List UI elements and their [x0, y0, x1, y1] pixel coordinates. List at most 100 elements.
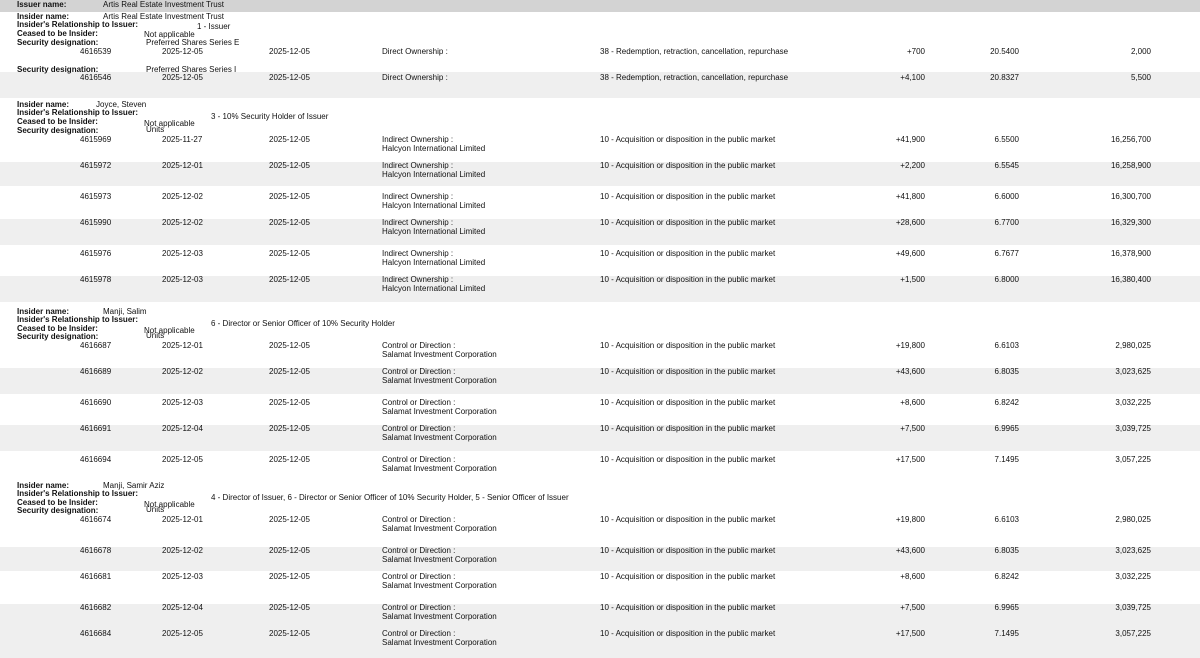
closing-balance: 2,000: [1130, 47, 1151, 56]
transaction-nature: 10 - Acquisition or disposition in the p…: [600, 249, 776, 258]
filing-date: 2025-12-05: [269, 572, 310, 581]
transaction-id: 4615973: [80, 192, 112, 201]
relationship-value: 6 - Director or Senior Officer of 10% Se…: [211, 319, 395, 328]
filing-date: 2025-12-05: [269, 73, 310, 82]
ownership-type: Control or Direction :: [382, 455, 456, 464]
ownership-type: Control or Direction :: [382, 424, 456, 433]
transaction-id: 4616684: [80, 629, 112, 638]
security-designation-value: Units: [146, 331, 165, 340]
transaction-nature: 10 - Acquisition or disposition in the p…: [600, 135, 776, 144]
security-designation-label: Security designation:: [17, 126, 99, 135]
transaction-nature: 38 - Redemption, retraction, cancellatio…: [600, 73, 789, 82]
transaction-nature: 10 - Acquisition or disposition in the p…: [600, 455, 776, 464]
transaction-nature: 10 - Acquisition or disposition in the p…: [600, 515, 776, 524]
transaction-nature: 10 - Acquisition or disposition in the p…: [600, 367, 776, 376]
registered-holder: Salamat Investment Corporation: [382, 524, 497, 533]
filing-date: 2025-12-05: [269, 341, 310, 350]
relationship-value: 3 - 10% Security Holder of Issuer: [211, 112, 329, 121]
registered-holder: Salamat Investment Corporation: [382, 407, 497, 416]
registered-holder: Salamat Investment Corporation: [382, 350, 497, 359]
transaction-date: 2025-12-01: [162, 161, 203, 170]
ownership-type: Indirect Ownership :: [382, 249, 454, 258]
transaction-id: 4616681: [80, 572, 112, 581]
closing-balance: 3,023,625: [1115, 546, 1151, 555]
security-designation-value: Preferred Shares Series E: [146, 38, 240, 47]
transaction-date: 2025-12-01: [162, 341, 203, 350]
ownership-type: Indirect Ownership :: [382, 135, 454, 144]
ownership-type: Indirect Ownership :: [382, 192, 454, 201]
closing-balance: 2,980,025: [1115, 341, 1151, 350]
filing-date: 2025-12-05: [269, 192, 310, 201]
ownership-type: Control or Direction :: [382, 572, 456, 581]
filing-date: 2025-12-05: [269, 275, 310, 284]
ownership-type: Indirect Ownership :: [382, 275, 454, 284]
transaction-date: 2025-12-05: [162, 47, 203, 56]
ownership-type: Direct Ownership :: [382, 47, 448, 56]
filing-date: 2025-12-05: [269, 135, 310, 144]
transaction-id: 4615978: [80, 275, 112, 284]
registered-holder: Salamat Investment Corporation: [382, 433, 497, 442]
filing-date: 2025-12-05: [269, 398, 310, 407]
registered-holder: Halcyon International Limited: [382, 258, 486, 267]
transaction-date: 2025-11-27: [162, 135, 203, 144]
transaction-id: 4616682: [80, 603, 112, 612]
transaction-nature: 10 - Acquisition or disposition in the p…: [600, 424, 776, 433]
relationship-label: Insider's Relationship to Issuer:: [17, 315, 139, 324]
relationship-label: Insider's Relationship to Issuer:: [17, 20, 139, 29]
transaction-date: 2025-12-02: [162, 192, 203, 201]
registered-holder: Salamat Investment Corporation: [382, 376, 497, 385]
transaction-nature: 10 - Acquisition or disposition in the p…: [600, 546, 776, 555]
closing-balance: 3,039,725: [1115, 603, 1151, 612]
transaction-nature: 38 - Redemption, retraction, cancellatio…: [600, 47, 789, 56]
transaction-id: 4615972: [80, 161, 112, 170]
ownership-type: Indirect Ownership :: [382, 218, 454, 227]
relationship-value: 4 - Director of Issuer, 6 - Director or …: [211, 493, 569, 502]
registered-holder: Salamat Investment Corporation: [382, 581, 497, 590]
transaction-id: 4616691: [80, 424, 112, 433]
transaction-id: 4616694: [80, 455, 112, 464]
transaction-nature: 10 - Acquisition or disposition in the p…: [600, 192, 776, 201]
closing-balance: 2,980,025: [1115, 515, 1151, 524]
transaction-date: 2025-12-02: [162, 367, 203, 376]
transaction-nature: 10 - Acquisition or disposition in the p…: [600, 398, 776, 407]
registered-holder: Halcyon International Limited: [382, 284, 486, 293]
transaction-date: 2025-12-05: [162, 629, 203, 638]
transaction-date: 2025-12-02: [162, 218, 203, 227]
transaction-date: 2025-12-02: [162, 546, 203, 555]
transaction-nature: 10 - Acquisition or disposition in the p…: [600, 218, 776, 227]
transaction-date: 2025-12-03: [162, 398, 203, 407]
filing-date: 2025-12-05: [269, 367, 310, 376]
transaction-nature: 10 - Acquisition or disposition in the p…: [600, 572, 776, 581]
registered-holder: Halcyon International Limited: [382, 144, 486, 153]
transaction-nature: 10 - Acquisition or disposition in the p…: [600, 629, 776, 638]
security-designation-label: Security designation:: [17, 506, 99, 515]
registered-holder: Halcyon International Limited: [382, 227, 486, 236]
filing-date: 2025-12-05: [269, 546, 310, 555]
security-designation-value: Units: [146, 505, 165, 514]
transaction-id: 4616678: [80, 546, 112, 555]
transaction-date: 2025-12-03: [162, 572, 203, 581]
closing-balance: 3,057,225: [1115, 455, 1151, 464]
registered-holder: Salamat Investment Corporation: [382, 555, 497, 564]
closing-balance: 16,378,900: [1110, 249, 1151, 258]
closing-balance: 16,380,400: [1110, 275, 1151, 284]
issuer-label: Issuer name:: [17, 0, 67, 9]
ownership-type: Control or Direction :: [382, 515, 456, 524]
ownership-type: Control or Direction :: [382, 603, 456, 612]
ownership-type: Control or Direction :: [382, 341, 456, 350]
registered-holder: Halcyon International Limited: [382, 170, 486, 179]
ceased-label: Ceased to be Insider:: [17, 117, 98, 126]
relationship-value: 1 - Issuer: [197, 22, 231, 31]
relationship-label: Insider's Relationship to Issuer:: [17, 489, 139, 498]
transaction-date: 2025-12-05: [162, 455, 203, 464]
filing-date: 2025-12-05: [269, 603, 310, 612]
transaction-nature: 10 - Acquisition or disposition in the p…: [600, 161, 776, 170]
closing-balance: 5,500: [1130, 73, 1151, 82]
closing-balance: 16,329,300: [1110, 218, 1151, 227]
closing-balance: 16,300,700: [1110, 192, 1151, 201]
closing-balance: 3,023,625: [1115, 367, 1151, 376]
registered-holder: Salamat Investment Corporation: [382, 464, 497, 473]
filing-date: 2025-12-05: [269, 455, 310, 464]
filing-date: 2025-12-05: [269, 218, 310, 227]
ownership-type: Control or Direction :: [382, 546, 456, 555]
